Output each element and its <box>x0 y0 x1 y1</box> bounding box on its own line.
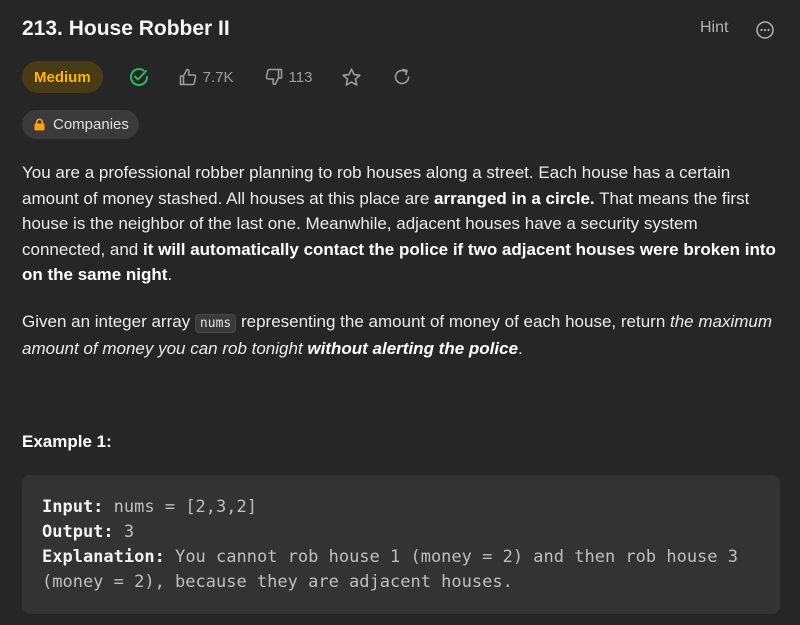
input-value: nums = [2,3,2] <box>113 497 257 517</box>
thumbs-up-icon <box>179 68 196 86</box>
example-title: Example 1: <box>22 432 112 451</box>
description-paragraph-1: You are a professional robber planning t… <box>22 160 778 288</box>
problem-title: 213. House Robber II <box>22 17 230 40</box>
companies-label: Companies <box>53 116 129 133</box>
description-run: nums <box>194 313 237 333</box>
description-run: arranged in a circle. <box>434 188 595 208</box>
description-run: Given an integer array <box>22 311 195 331</box>
description-run: . <box>518 339 523 358</box>
description-run: representing the amount of money of each… <box>236 311 670 331</box>
more-icon[interactable] <box>755 20 775 40</box>
dislike-count: 113 <box>288 68 313 86</box>
companies-tag[interactable]: Companies <box>22 110 139 139</box>
example-output-line: Output: 3 <box>42 520 760 545</box>
like-count: 7.7K <box>202 68 234 86</box>
problem-description: You are a professional robber planning t… <box>22 160 778 383</box>
description-run: without alerting the police <box>307 339 519 358</box>
lock-icon <box>34 118 45 131</box>
check-circle-icon <box>129 68 148 86</box>
difficulty-badge: Medium <box>22 61 103 93</box>
thumbs-down-icon <box>265 68 282 86</box>
output-label: Output: <box>42 522 114 542</box>
description-paragraph-2: Given an integer array nums representing… <box>22 309 778 362</box>
output-value: 3 <box>123 522 135 542</box>
explanation-label: Explanation: <box>42 547 165 567</box>
input-label: Input: <box>42 497 104 517</box>
example-explanation-line: Explanation: You cannot rob house 1 (mon… <box>42 545 760 595</box>
share-icon[interactable] <box>392 67 412 87</box>
like-button[interactable]: 7.7K <box>178 67 234 87</box>
dislike-button[interactable]: 113 <box>264 67 313 87</box>
description-run: . <box>167 265 173 284</box>
hint-button[interactable]: Hint <box>700 19 728 37</box>
example-input-line: Input: nums = [2,3,2] <box>42 495 760 520</box>
problem-meta-row: Medium 7.7K 113 <box>22 61 412 93</box>
star-icon[interactable] <box>341 67 362 88</box>
example-block: Input: nums = [2,3,2] Output: 3 Explanat… <box>22 475 780 614</box>
